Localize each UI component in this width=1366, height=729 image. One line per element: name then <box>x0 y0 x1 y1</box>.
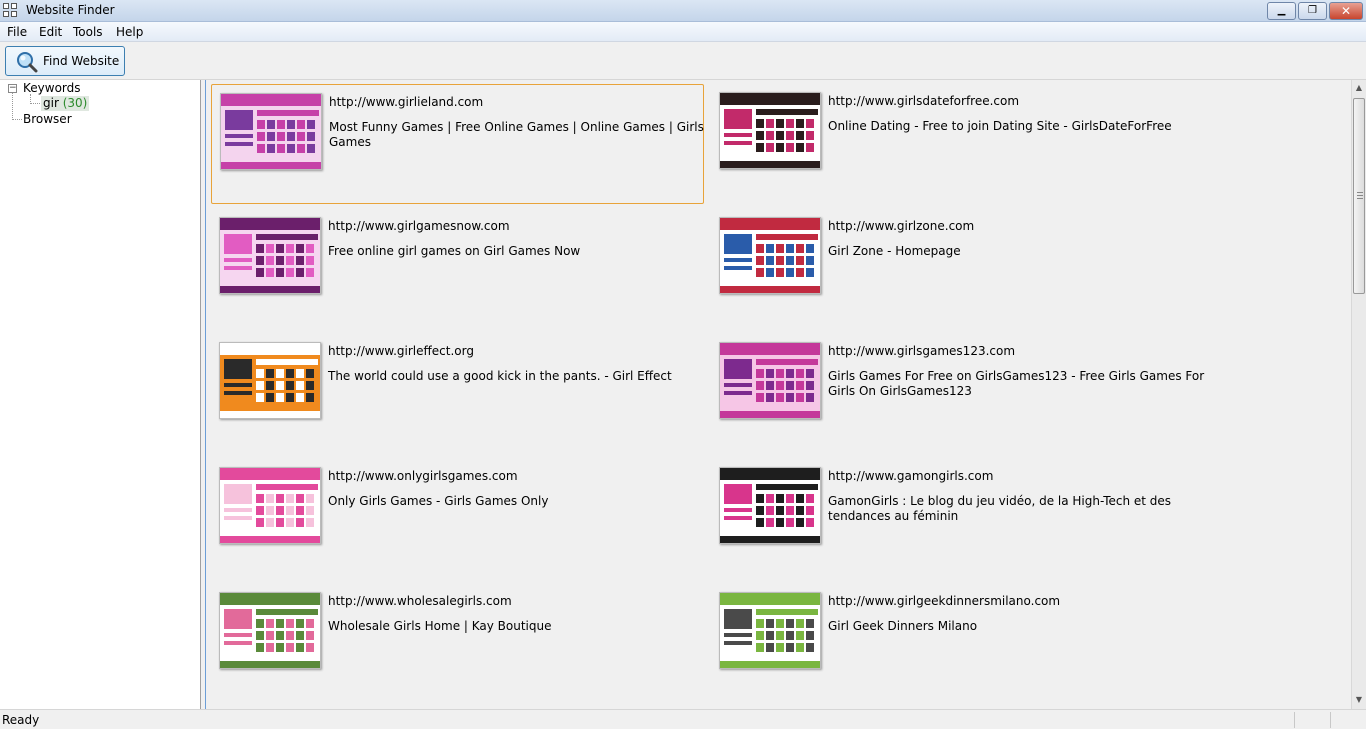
tree-item-keywords[interactable]: Keywords <box>23 81 81 95</box>
title-bar: Website Finder ▁ ❐ ✕ <box>0 0 1366 22</box>
result-url[interactable]: http://www.girlieland.com <box>329 95 483 109</box>
restore-button[interactable]: ❐ <box>1298 2 1327 20</box>
tree-item-gir[interactable]: gir (30) <box>41 96 90 111</box>
minimize-button[interactable]: ▁ <box>1267 2 1296 20</box>
result-title: Only Girls Games - Girls Games Only <box>328 494 549 508</box>
site-thumbnail <box>719 467 821 544</box>
status-text: Ready <box>2 713 40 727</box>
close-button[interactable]: ✕ <box>1329 2 1363 20</box>
result-card[interactable]: http://www.onlygirlsgames.com Only Girls… <box>211 459 704 579</box>
toolbar: Find Website <box>0 42 1366 80</box>
menu-help[interactable]: Help <box>116 25 143 39</box>
result-url[interactable]: http://www.wholesalegirls.com <box>328 594 512 608</box>
app-icon <box>3 3 19 19</box>
splitter[interactable] <box>202 80 206 709</box>
result-url[interactable]: http://www.girlgamesnow.com <box>328 219 510 233</box>
result-url[interactable]: http://www.onlygirlsgames.com <box>328 469 518 483</box>
result-url[interactable]: http://www.girleffect.org <box>328 344 474 358</box>
find-website-button[interactable]: Find Website <box>5 46 125 76</box>
result-url[interactable]: http://www.gamongirls.com <box>828 469 993 483</box>
search-icon <box>17 52 38 73</box>
vertical-scrollbar[interactable]: ▲ ▼ <box>1351 80 1366 709</box>
result-card[interactable]: http://www.girlgamesnow.com Free online … <box>211 209 704 329</box>
result-url[interactable]: http://www.girlzone.com <box>828 219 974 233</box>
keyword-label: gir <box>43 96 59 110</box>
result-title: Most Funny Games | Free Online Games | O… <box>329 120 704 149</box>
menu-file[interactable]: File <box>7 25 27 39</box>
result-card[interactable]: http://www.gamongirls.com GamonGirls : L… <box>711 459 1204 579</box>
keyword-tree: − Keywords gir (30) Browser <box>0 80 201 709</box>
result-card[interactable]: http://www.wholesalegirls.com Wholesale … <box>211 584 704 704</box>
find-website-label: Find Website <box>43 54 120 68</box>
menu-tools[interactable]: Tools <box>73 25 103 39</box>
collapse-icon[interactable]: − <box>8 84 17 93</box>
result-title: Online Dating - Free to join Dating Site… <box>828 119 1172 133</box>
result-title: GamonGirls : Le blog du jeu vidéo, de la… <box>828 494 1172 523</box>
window-title: Website Finder <box>26 3 115 17</box>
result-card[interactable]: http://www.girleffect.org The world coul… <box>211 334 704 454</box>
result-title: Wholesale Girls Home | Kay Boutique <box>328 619 552 633</box>
site-thumbnail <box>219 217 321 294</box>
result-url[interactable]: http://www.girlsdateforfree.com <box>828 94 1019 108</box>
site-thumbnail <box>719 92 821 169</box>
result-title: Girl Geek Dinners Milano <box>828 619 978 633</box>
site-thumbnail <box>219 467 321 544</box>
site-thumbnail <box>219 342 321 419</box>
result-title: The world could use a good kick in the p… <box>328 369 672 383</box>
menu-edit[interactable]: Edit <box>39 25 62 39</box>
results-panel: http://www.girlieland.com Most Funny Gam… <box>207 80 1351 709</box>
scroll-down-icon[interactable]: ▼ <box>1352 692 1366 708</box>
tree-item-browser[interactable]: Browser <box>23 112 72 126</box>
result-card[interactable]: http://www.girlsgames123.com Girls Games… <box>711 334 1204 454</box>
scroll-thumb[interactable] <box>1353 98 1365 294</box>
result-title: Girls Games For Free on GirlsGames123 - … <box>828 369 1205 398</box>
site-thumbnail <box>719 217 821 294</box>
site-thumbnail <box>220 93 322 170</box>
result-card[interactable]: http://www.girlieland.com Most Funny Gam… <box>211 84 704 204</box>
keyword-count: (30) <box>62 96 88 110</box>
site-thumbnail <box>719 342 821 419</box>
menu-bar: File Edit Tools Help <box>0 22 1366 42</box>
result-card[interactable]: http://www.girlsdateforfree.com Online D… <box>711 84 1204 204</box>
site-thumbnail <box>219 592 321 669</box>
result-card[interactable]: http://www.girlzone.com Girl Zone - Home… <box>711 209 1204 329</box>
scroll-up-icon[interactable]: ▲ <box>1352 80 1366 96</box>
status-bar: Ready <box>0 709 1366 729</box>
result-title: Girl Zone - Homepage <box>828 244 961 258</box>
result-title: Free online girl games on Girl Games Now <box>328 244 581 258</box>
result-url[interactable]: http://www.girlgeekdinnersmilano.com <box>828 594 1060 608</box>
result-url[interactable]: http://www.girlsgames123.com <box>828 344 1015 358</box>
result-card[interactable]: http://www.girlgeekdinnersmilano.com Gir… <box>711 584 1204 704</box>
site-thumbnail <box>719 592 821 669</box>
